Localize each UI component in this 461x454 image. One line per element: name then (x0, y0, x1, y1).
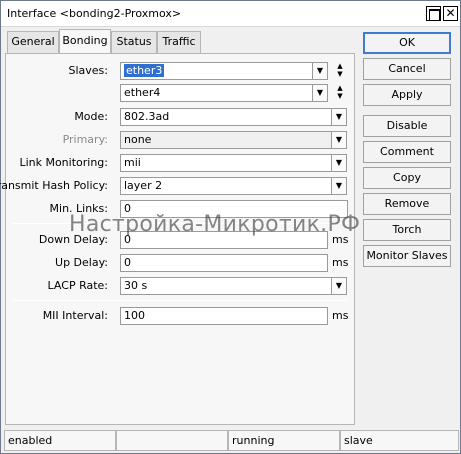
down-arrow-icon[interactable]: ▼ (333, 92, 347, 100)
min-links-label: Min. Links: (49, 202, 108, 215)
status-empty (116, 430, 228, 451)
comment-button[interactable]: Comment (363, 141, 451, 163)
tab-status[interactable]: Status (111, 31, 157, 53)
hash-policy-label: Transmit Hash Policy: (0, 179, 108, 192)
copy-button[interactable]: Copy (363, 167, 451, 189)
link-monitoring-label: Link Monitoring: (19, 156, 108, 169)
down-delay-unit: ms (332, 233, 349, 246)
down-delay-input[interactable]: 0 (120, 231, 328, 249)
down-arrow-icon[interactable]: ▼ (333, 70, 347, 78)
slave-field-1[interactable]: ether3 (120, 62, 314, 80)
bonding-panel: Slaves: ether3 ▼ ▲ ▼ ether4 ▼ ▲ ▼ Mode: … (0, 53, 355, 425)
up-arrow-icon[interactable]: ▲ (333, 62, 347, 70)
cancel-button[interactable]: Cancel (363, 58, 451, 80)
lacp-rate-dropdown-icon[interactable]: ▼ (331, 277, 347, 295)
interface-window: Interface <bonding2-Proxmox> ✕ General B… (0, 0, 461, 454)
slave-value-1: ether3 (124, 64, 165, 77)
status-bar: enabled running slave (4, 430, 459, 451)
down-delay-label: Down Delay: (38, 233, 108, 246)
mii-interval-label: MII Interval: (42, 309, 108, 322)
monitor-slaves-button[interactable]: Monitor Slaves (363, 245, 451, 267)
torch-button[interactable]: Torch (363, 219, 451, 241)
link-monitoring-dropdown-icon[interactable]: ▼ (331, 154, 347, 172)
slave-1-dropdown-icon[interactable]: ▼ (312, 62, 328, 80)
window-title: Interface <bonding2-Proxmox> (7, 7, 182, 20)
up-delay-unit: ms (332, 256, 349, 269)
lacp-rate-select[interactable]: 30 s (120, 277, 332, 295)
link-monitoring-select[interactable]: mii (120, 154, 332, 172)
apply-button[interactable]: Apply (363, 84, 451, 106)
slaves-label: Slaves: (68, 64, 109, 77)
maximize-icon[interactable] (426, 6, 441, 21)
divider (12, 223, 348, 224)
slave-2-updown-icon[interactable]: ▲ ▼ (333, 84, 347, 102)
up-delay-input[interactable]: 0 (120, 254, 328, 272)
remove-button[interactable]: Remove (363, 193, 451, 215)
title-bar[interactable]: Interface <bonding2-Proxmox> ✕ (1, 1, 460, 27)
disable-button[interactable]: Disable (363, 115, 451, 137)
slave-2-dropdown-icon[interactable]: ▼ (312, 84, 328, 102)
lacp-rate-label: LACP Rate: (47, 279, 108, 292)
status-running: running (228, 430, 340, 451)
mii-interval-unit: ms (332, 309, 349, 322)
tab-traffic[interactable]: Traffic (157, 31, 201, 53)
up-delay-label: Up Delay: (55, 256, 108, 269)
primary-select[interactable]: none (120, 131, 332, 149)
close-icon[interactable]: ✕ (443, 6, 458, 21)
slave-1-updown-icon[interactable]: ▲ ▼ (333, 62, 347, 80)
mii-interval-input[interactable]: 100 (120, 307, 328, 325)
tab-bonding[interactable]: Bonding (59, 29, 111, 53)
tab-general[interactable]: General (7, 31, 59, 53)
divider (12, 300, 348, 301)
hash-policy-dropdown-icon[interactable]: ▼ (331, 177, 347, 195)
slave-field-2[interactable]: ether4 (120, 84, 314, 102)
primary-dropdown-icon[interactable]: ▼ (331, 131, 347, 149)
mode-label: Mode: (74, 110, 108, 123)
status-slave: slave (340, 430, 459, 451)
up-arrow-icon[interactable]: ▲ (333, 84, 347, 92)
status-enabled: enabled (4, 430, 116, 451)
ok-button[interactable]: OK (363, 32, 451, 54)
hash-policy-select[interactable]: layer 2 (120, 177, 332, 195)
min-links-input[interactable]: 0 (120, 200, 348, 218)
mode-dropdown-icon[interactable]: ▼ (331, 108, 347, 126)
primary-label: Primary: (62, 133, 108, 146)
mode-select[interactable]: 802.3ad (120, 108, 332, 126)
